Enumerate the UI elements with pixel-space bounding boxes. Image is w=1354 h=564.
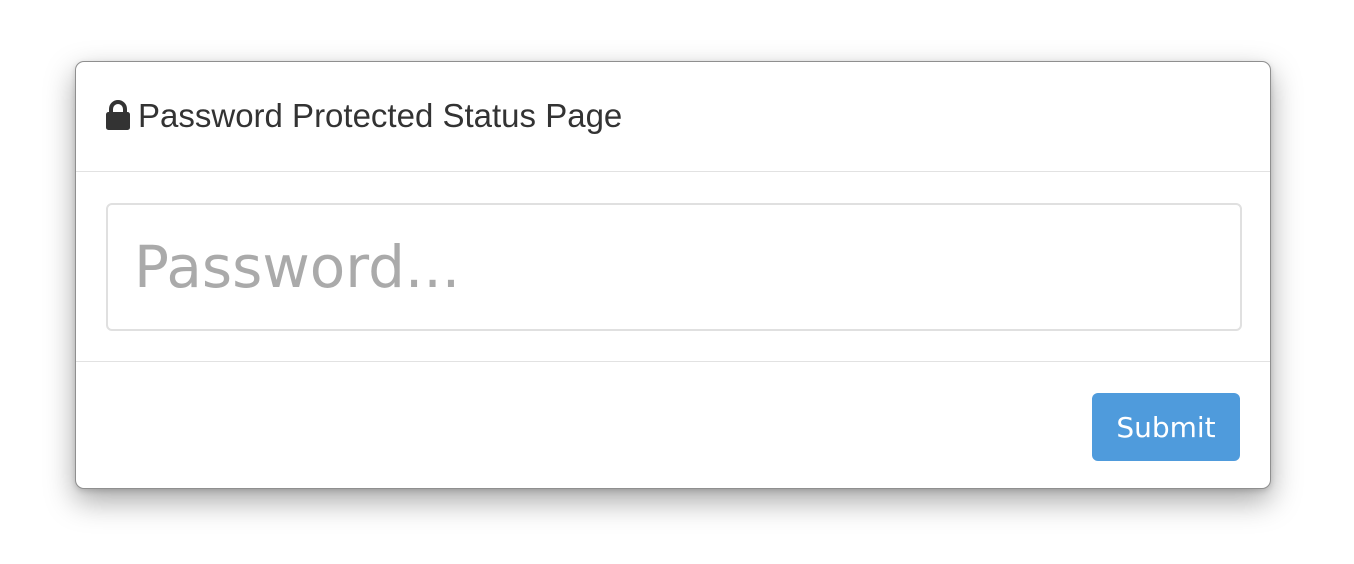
dialog-header: Password Protected Status Page	[76, 62, 1270, 172]
password-input[interactable]	[106, 203, 1242, 331]
lock-icon	[106, 100, 130, 130]
dialog-footer: Submit	[76, 362, 1270, 489]
password-dialog: Password Protected Status Page Submit	[75, 61, 1271, 489]
dialog-body	[76, 172, 1270, 362]
page-title: Password Protected Status Page	[138, 97, 623, 134]
submit-button[interactable]: Submit	[1092, 393, 1240, 461]
